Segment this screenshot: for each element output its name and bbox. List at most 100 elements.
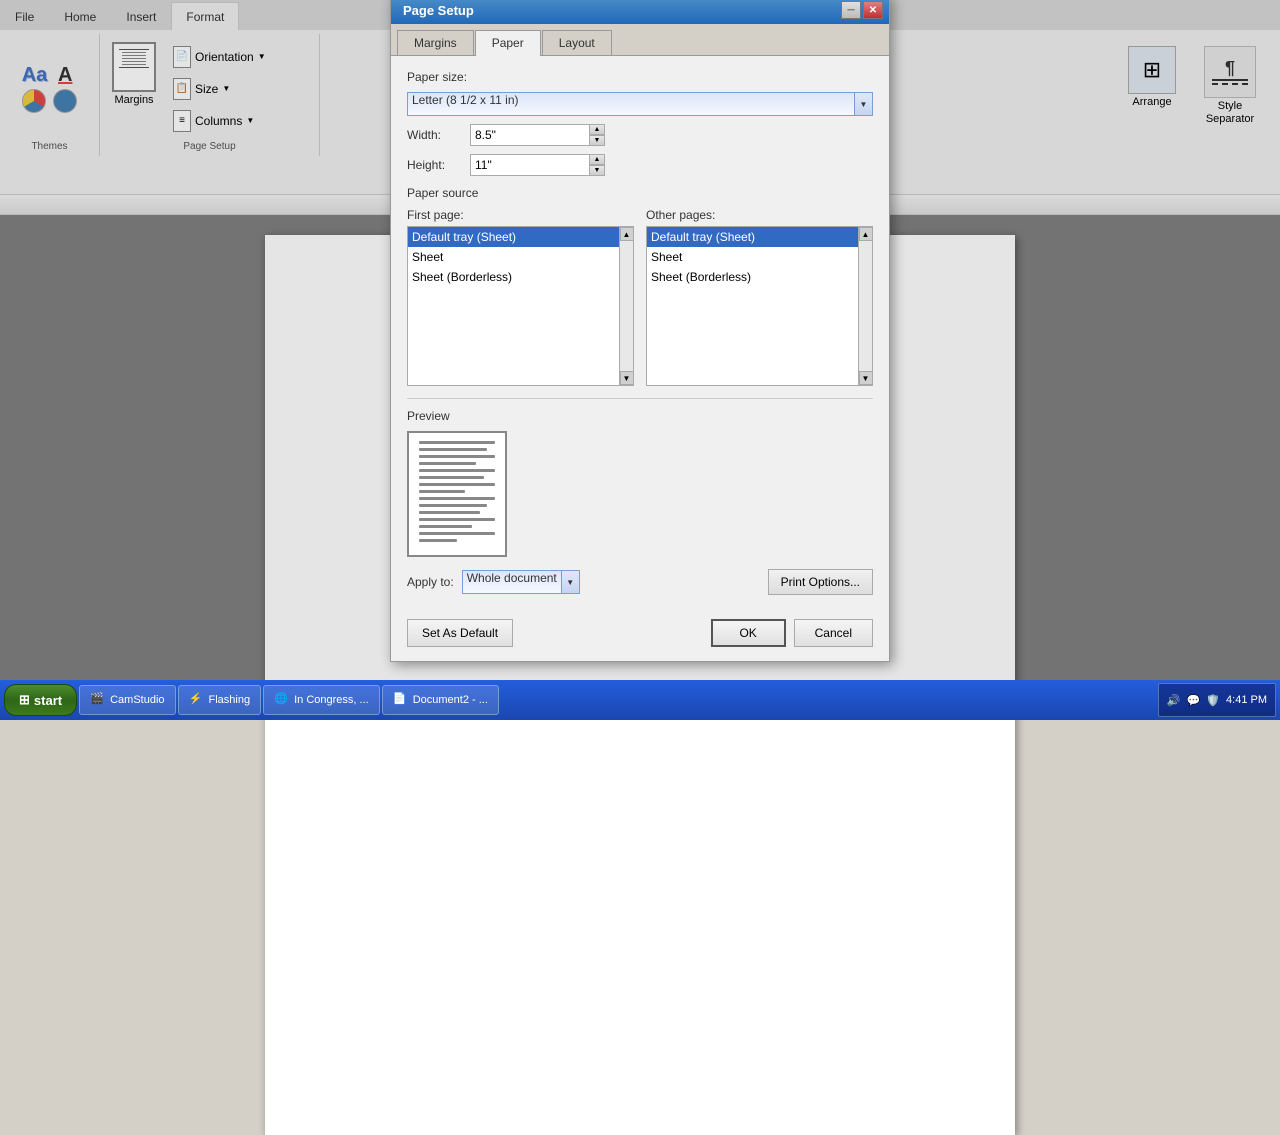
apply-to-dropdown[interactable]: ▼ (561, 571, 579, 593)
close-button[interactable]: ✕ (863, 1, 883, 19)
speaker-icon: 🔊 (1167, 694, 1181, 707)
height-down-button[interactable]: ▼ (589, 165, 605, 176)
other-pages-listbox[interactable]: Default tray (Sheet) Sheet Sheet (Border… (646, 226, 873, 386)
apply-to-combo: Whole document ▼ (462, 570, 580, 594)
preview-line (419, 539, 457, 542)
ok-button[interactable]: OK (711, 619, 786, 647)
preview-line (419, 532, 495, 535)
first-page-item-0[interactable]: Default tray (Sheet) (408, 227, 633, 247)
first-page-scroll-down[interactable]: ▼ (620, 371, 634, 385)
first-page-item-2[interactable]: Sheet (Borderless) (408, 267, 633, 287)
apply-to-combo-wrap: Whole document ▼ (462, 570, 580, 594)
preview-line (419, 490, 465, 493)
height-label: Height: (407, 158, 462, 172)
first-page-listbox[interactable]: Default tray (Sheet) Sheet Sheet (Border… (407, 226, 634, 386)
taskbar-right: 🔊 💬 🛡️ 4:41 PM (1158, 683, 1276, 717)
dialog-footer: Set As Default OK Cancel (391, 609, 889, 661)
taskbar-btn-document[interactable]: 📄 Document2 - ... (382, 685, 499, 715)
system-tray: 🔊 💬 🛡️ 4:41 PM (1158, 683, 1276, 717)
preview-line (419, 448, 487, 451)
clock: 4:41 PM (1226, 694, 1267, 706)
preview-section: Preview (407, 398, 873, 595)
paper-size-label: Paper size: (407, 70, 873, 84)
preview-page (407, 431, 507, 557)
apply-to-row: Apply to: Whole document ▼ Print Options… (407, 569, 873, 595)
preview-line (419, 476, 484, 479)
start-icon: ⊞ (19, 692, 30, 708)
dialog-title: Page Setup (403, 3, 474, 18)
tab-margins[interactable]: Margins (397, 30, 474, 55)
camstudio-icon: 🎬 (90, 692, 106, 708)
other-pages-scrollbar[interactable]: ▲ ▼ (858, 227, 872, 385)
start-label: start (34, 693, 62, 708)
apply-to-input[interactable]: Whole document (463, 571, 561, 593)
preview-label: Preview (407, 409, 873, 423)
camstudio-label: CamStudio (110, 694, 164, 706)
width-label: Width: (407, 128, 462, 142)
preview-line (419, 483, 495, 486)
print-options-button[interactable]: Print Options... (768, 569, 873, 595)
start-button[interactable]: ⊞ start (4, 684, 77, 716)
footer-right: OK Cancel (711, 619, 873, 647)
paper-source-section: Paper source First page: Default tray (S… (407, 186, 873, 386)
set-as-default-button[interactable]: Set As Default (407, 619, 513, 647)
width-input[interactable] (470, 124, 590, 146)
message-icon: 💬 (1187, 694, 1201, 707)
preview-line (419, 518, 495, 521)
cancel-button[interactable]: Cancel (794, 619, 873, 647)
preview-line (419, 511, 480, 514)
height-spinner-buttons: ▲ ▼ (589, 154, 605, 176)
tab-layout[interactable]: Layout (542, 30, 612, 55)
taskbar: ⊞ start 🎬 CamStudio ⚡ Flashing 🌐 In Cong… (0, 680, 1280, 720)
width-spinner: ▲ ▼ (470, 124, 605, 146)
paper-source-label: Paper source (407, 186, 873, 200)
width-spinner-buttons: ▲ ▼ (589, 124, 605, 146)
preview-line (419, 455, 495, 458)
first-page-scroll-up[interactable]: ▲ (620, 227, 634, 241)
modal-overlay: Page Setup ─ ✕ Margins Paper Layout Pape… (0, 0, 1280, 720)
preview-line (419, 504, 487, 507)
paper-size-row: Letter (8 1/2 x 11 in) ▼ (407, 92, 873, 116)
dialog-content: Paper size: Letter (8 1/2 x 11 in) ▼ Wid… (391, 56, 889, 609)
taskbar-btn-congress[interactable]: 🌐 In Congress, ... (263, 685, 380, 715)
flashing-icon: ⚡ (189, 692, 205, 708)
first-page-label: First page: (407, 208, 634, 222)
height-row: Height: ▲ ▼ (407, 154, 873, 176)
preview-line (419, 497, 495, 500)
height-input[interactable] (470, 154, 590, 176)
first-page-item-1[interactable]: Sheet (408, 247, 633, 267)
footer-left: Set As Default (407, 619, 513, 647)
other-pages-item-1[interactable]: Sheet (647, 247, 872, 267)
height-spinner: ▲ ▼ (470, 154, 605, 176)
width-up-button[interactable]: ▲ (589, 124, 605, 135)
other-pages-scroll-down[interactable]: ▼ (859, 371, 873, 385)
apply-to-label: Apply to: (407, 575, 454, 589)
taskbar-btn-camstudio[interactable]: 🎬 CamStudio (79, 685, 175, 715)
preview-line (419, 462, 476, 465)
other-pages-item-2[interactable]: Sheet (Borderless) (647, 267, 872, 287)
taskbar-btn-flashing[interactable]: ⚡ Flashing (178, 685, 262, 715)
titlebar-buttons: ─ ✕ (841, 1, 883, 19)
preview-line (419, 469, 495, 472)
width-down-button[interactable]: ▼ (589, 135, 605, 146)
congress-icon: 🌐 (274, 692, 290, 708)
preview-line (419, 441, 495, 444)
first-page-col: First page: Default tray (Sheet) Sheet S… (407, 208, 634, 386)
document-label: Document2 - ... (413, 694, 488, 706)
congress-label: In Congress, ... (294, 694, 369, 706)
document-icon: 📄 (393, 692, 409, 708)
preview-line (419, 525, 472, 528)
other-pages-scroll-up[interactable]: ▲ (859, 227, 873, 241)
tab-paper[interactable]: Paper (475, 30, 541, 56)
paper-size-dropdown[interactable]: ▼ (854, 93, 872, 115)
flashing-label: Flashing (209, 694, 251, 706)
other-pages-item-0[interactable]: Default tray (Sheet) (647, 227, 872, 247)
paper-source-cols: First page: Default tray (Sheet) Sheet S… (407, 208, 873, 386)
paper-size-input[interactable]: Letter (8 1/2 x 11 in) (408, 93, 854, 115)
paper-size-combo: Letter (8 1/2 x 11 in) ▼ (407, 92, 873, 116)
first-page-scrollbar[interactable]: ▲ ▼ (619, 227, 633, 385)
shield-icon: 🛡️ (1206, 694, 1220, 707)
height-up-button[interactable]: ▲ (589, 154, 605, 165)
preview-area (407, 431, 873, 557)
minimize-button[interactable]: ─ (841, 1, 861, 19)
